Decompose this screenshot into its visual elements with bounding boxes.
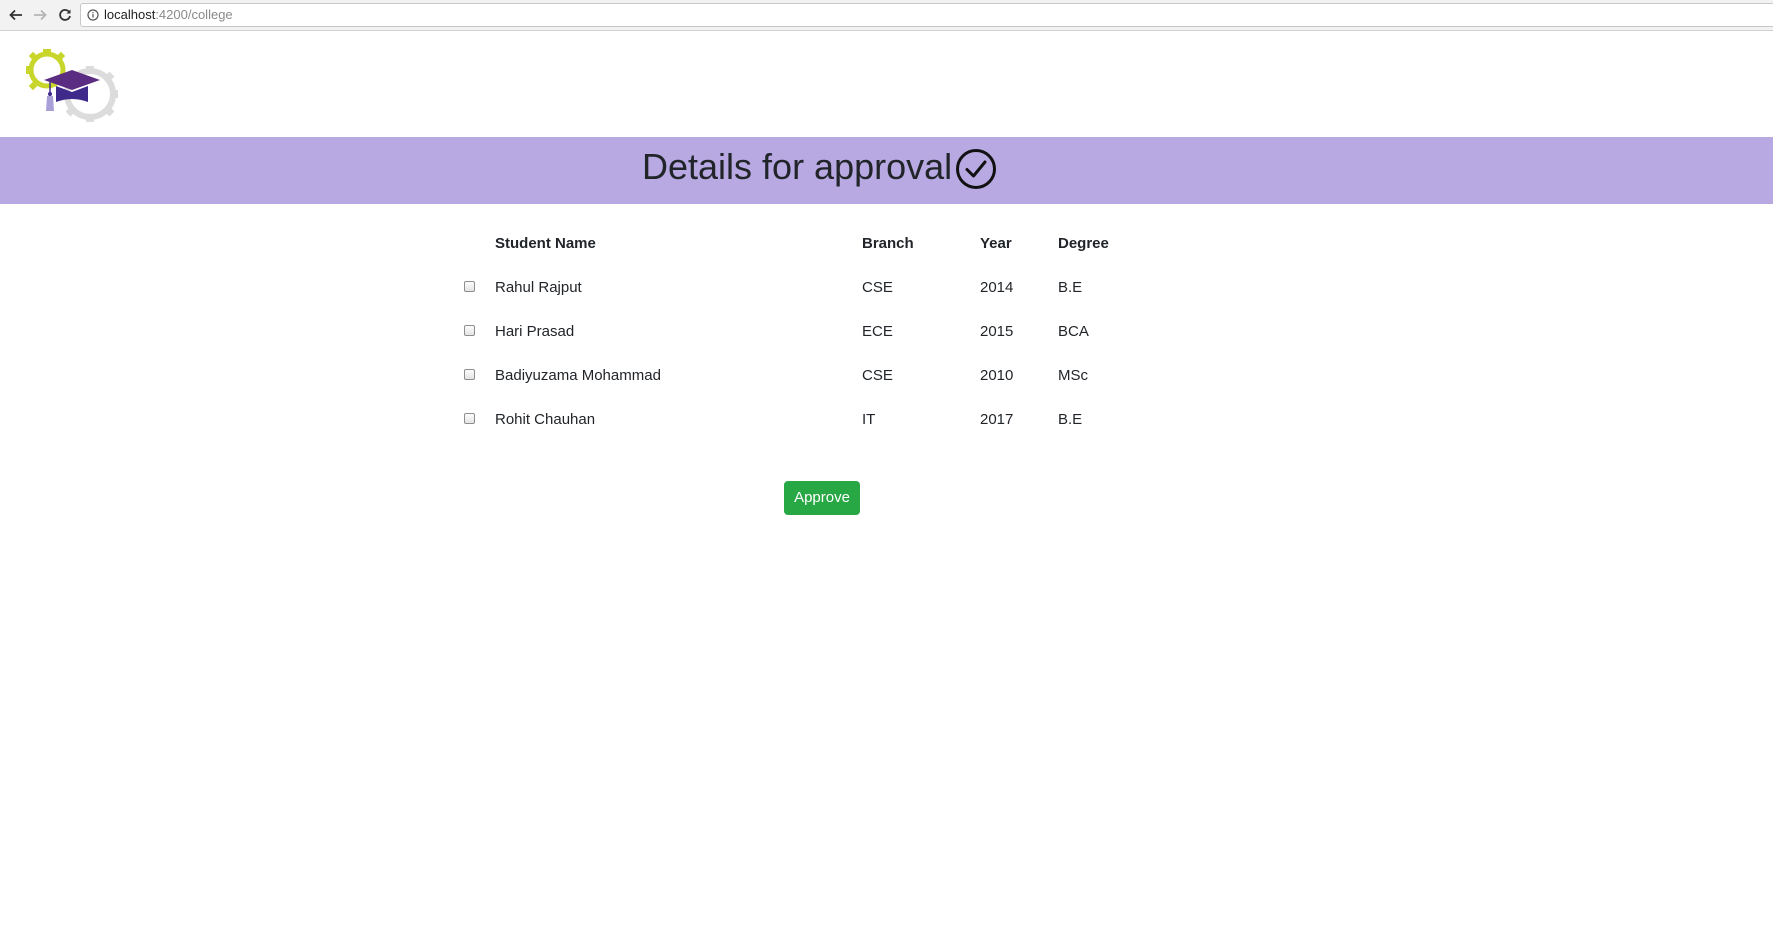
row-select-checkbox[interactable]	[464, 325, 475, 336]
row-select-checkbox[interactable]	[464, 281, 475, 292]
info-icon	[87, 9, 99, 21]
degree-cell: B.E	[1058, 411, 1083, 428]
degree-cell: BCA	[1058, 323, 1089, 340]
url-path: :4200/college	[155, 7, 233, 22]
year-cell: 2017	[980, 411, 1014, 428]
arrow-left-icon	[9, 9, 22, 21]
row-select-checkbox[interactable]	[464, 413, 475, 424]
column-header-branch: Branch	[862, 235, 914, 252]
reload-icon	[59, 9, 71, 21]
column-header-year: Year	[980, 235, 1012, 252]
student-name-cell: Badiyuzama Mohammad	[495, 367, 661, 384]
column-header-degree: Degree	[1058, 235, 1109, 252]
reload-button[interactable]	[55, 5, 75, 25]
browser-toolbar: localhost:4200/college	[0, 0, 1773, 31]
branch-cell: CSE	[862, 367, 893, 384]
degree-cell: MSc	[1058, 367, 1088, 384]
url-host: localhost	[104, 7, 156, 22]
address-bar[interactable]: localhost:4200/college	[80, 3, 1773, 27]
forward-button[interactable]	[30, 5, 50, 25]
student-name-cell: Rahul Rajput	[495, 279, 582, 296]
graduation-cap-gears-logo	[26, 49, 118, 122]
student-name-cell: Hari Prasad	[495, 323, 575, 340]
page-title: Details for approval	[642, 146, 953, 187]
year-cell: 2014	[980, 279, 1014, 296]
degree-cell: B.E	[1058, 279, 1083, 296]
branch-cell: IT	[862, 411, 876, 428]
year-cell: 2015	[980, 323, 1014, 340]
url-text: localhost:4200/college	[104, 4, 233, 26]
arrow-right-icon	[34, 9, 47, 21]
branch-cell: ECE	[862, 323, 893, 340]
approve-button[interactable]: Approve	[784, 481, 860, 515]
row-select-checkbox[interactable]	[464, 369, 475, 380]
branch-cell: CSE	[862, 279, 893, 296]
year-cell: 2010	[980, 367, 1014, 384]
student-name-cell: Rohit Chauhan	[495, 411, 596, 428]
back-button[interactable]	[6, 5, 26, 25]
column-header-student-name: Student Name	[495, 235, 596, 252]
check-circle-icon	[956, 149, 996, 189]
